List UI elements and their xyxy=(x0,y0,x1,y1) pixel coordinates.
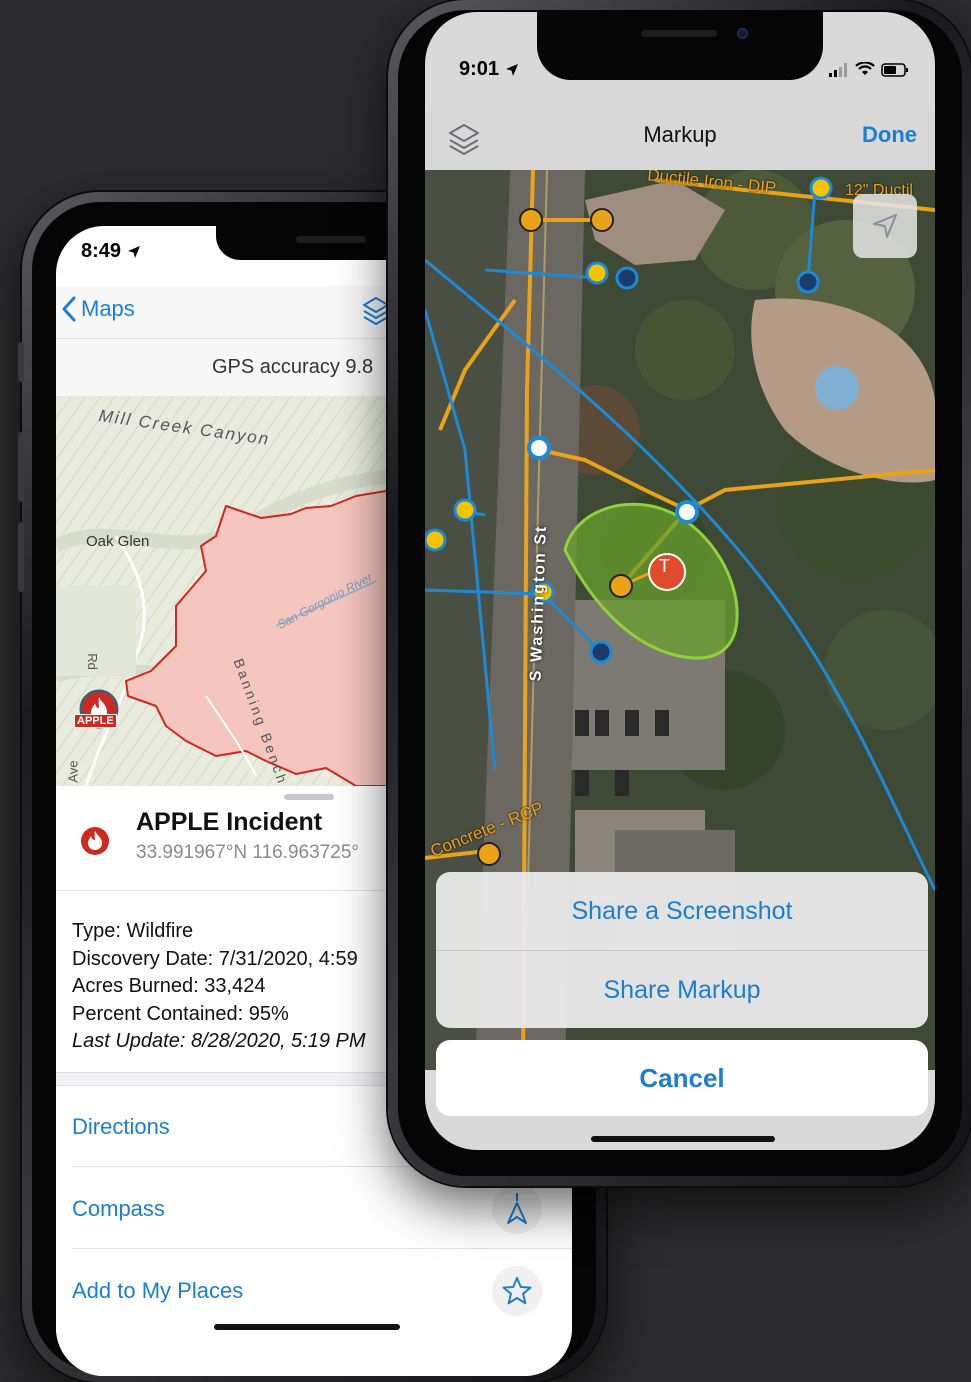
cancel-button[interactable]: Cancel xyxy=(436,1040,928,1116)
attr-contained: Percent Contained: 95% xyxy=(72,1002,289,1025)
phone-right: 9:01 Markup Done S Washington St Ductile… xyxy=(388,0,971,1186)
done-button[interactable]: Done xyxy=(862,122,917,148)
wifi-icon xyxy=(855,62,875,75)
home-indicator xyxy=(214,1324,400,1330)
back-button[interactable]: Maps xyxy=(61,296,135,322)
directions-link[interactable]: Directions xyxy=(72,1114,170,1140)
attr-acres: Acres Burned: 33,424 xyxy=(72,975,266,997)
divider xyxy=(72,1248,572,1249)
back-label: Maps xyxy=(81,296,135,321)
status-icons xyxy=(829,62,909,77)
layers-icon[interactable] xyxy=(362,296,390,326)
page-title: Markup xyxy=(643,122,717,147)
sheet-grabber[interactable] xyxy=(284,794,334,800)
volume-up-button xyxy=(18,432,24,502)
share-markup-button[interactable]: Share Markup xyxy=(436,951,928,1028)
compass-button[interactable] xyxy=(492,1184,542,1234)
incident-coords: 33.991967°N 116.963725° xyxy=(136,842,359,863)
add-to-my-places-link[interactable]: Add to My Places xyxy=(72,1278,243,1304)
incident-marker[interactable]: APPLE xyxy=(74,688,120,730)
navigation-arrow-icon xyxy=(873,214,897,238)
attr-type: Type: Wildfire xyxy=(72,920,194,942)
location-arrow-icon xyxy=(127,245,140,258)
compass-link[interactable]: Compass xyxy=(72,1196,165,1222)
map-label-ave: Ave xyxy=(65,760,81,783)
chevron-left-icon xyxy=(62,296,76,322)
map-label-oak-glen: Oak Glen xyxy=(86,533,150,550)
screen-right: 9:01 Markup Done S Washington St Ductile… xyxy=(425,12,935,1150)
share-screenshot-button[interactable]: Share a Screenshot xyxy=(436,872,928,950)
nav-bar: Markup Done xyxy=(425,108,935,170)
compass-icon xyxy=(507,1193,527,1224)
incident-attributes: Type: Wildfire Discovery Date: 7/31/2020… xyxy=(72,918,366,1056)
silent-switch xyxy=(18,342,24,382)
signal-icon xyxy=(829,62,847,77)
status-time: 9:01 xyxy=(459,58,519,81)
star-icon xyxy=(502,1277,532,1305)
notch xyxy=(537,12,823,80)
attr-discovery: Discovery Date: 7/31/2020, 4:59 xyxy=(72,947,358,970)
battery-icon xyxy=(881,62,908,77)
locate-button[interactable] xyxy=(853,194,917,258)
attr-last-update: Last Update: 8/28/2020, 5:19 PM xyxy=(72,1030,366,1052)
status-time: 8:49 xyxy=(81,240,141,263)
gps-accuracy-text: GPS accuracy 9.8 xyxy=(212,356,374,378)
apple-badge: APPLE xyxy=(74,714,117,728)
add-place-button[interactable] xyxy=(492,1266,542,1316)
incident-title: APPLE Incident xyxy=(136,808,323,836)
fire-icon xyxy=(81,827,109,855)
volume-down-button xyxy=(18,522,24,592)
share-action-sheet: Share a Screenshot Share Markup xyxy=(436,872,928,1028)
map-label-rd: Rd xyxy=(84,653,100,670)
markup-text-marker[interactable]: T xyxy=(659,556,670,577)
home-indicator xyxy=(591,1136,775,1142)
location-arrow-icon xyxy=(505,63,518,76)
